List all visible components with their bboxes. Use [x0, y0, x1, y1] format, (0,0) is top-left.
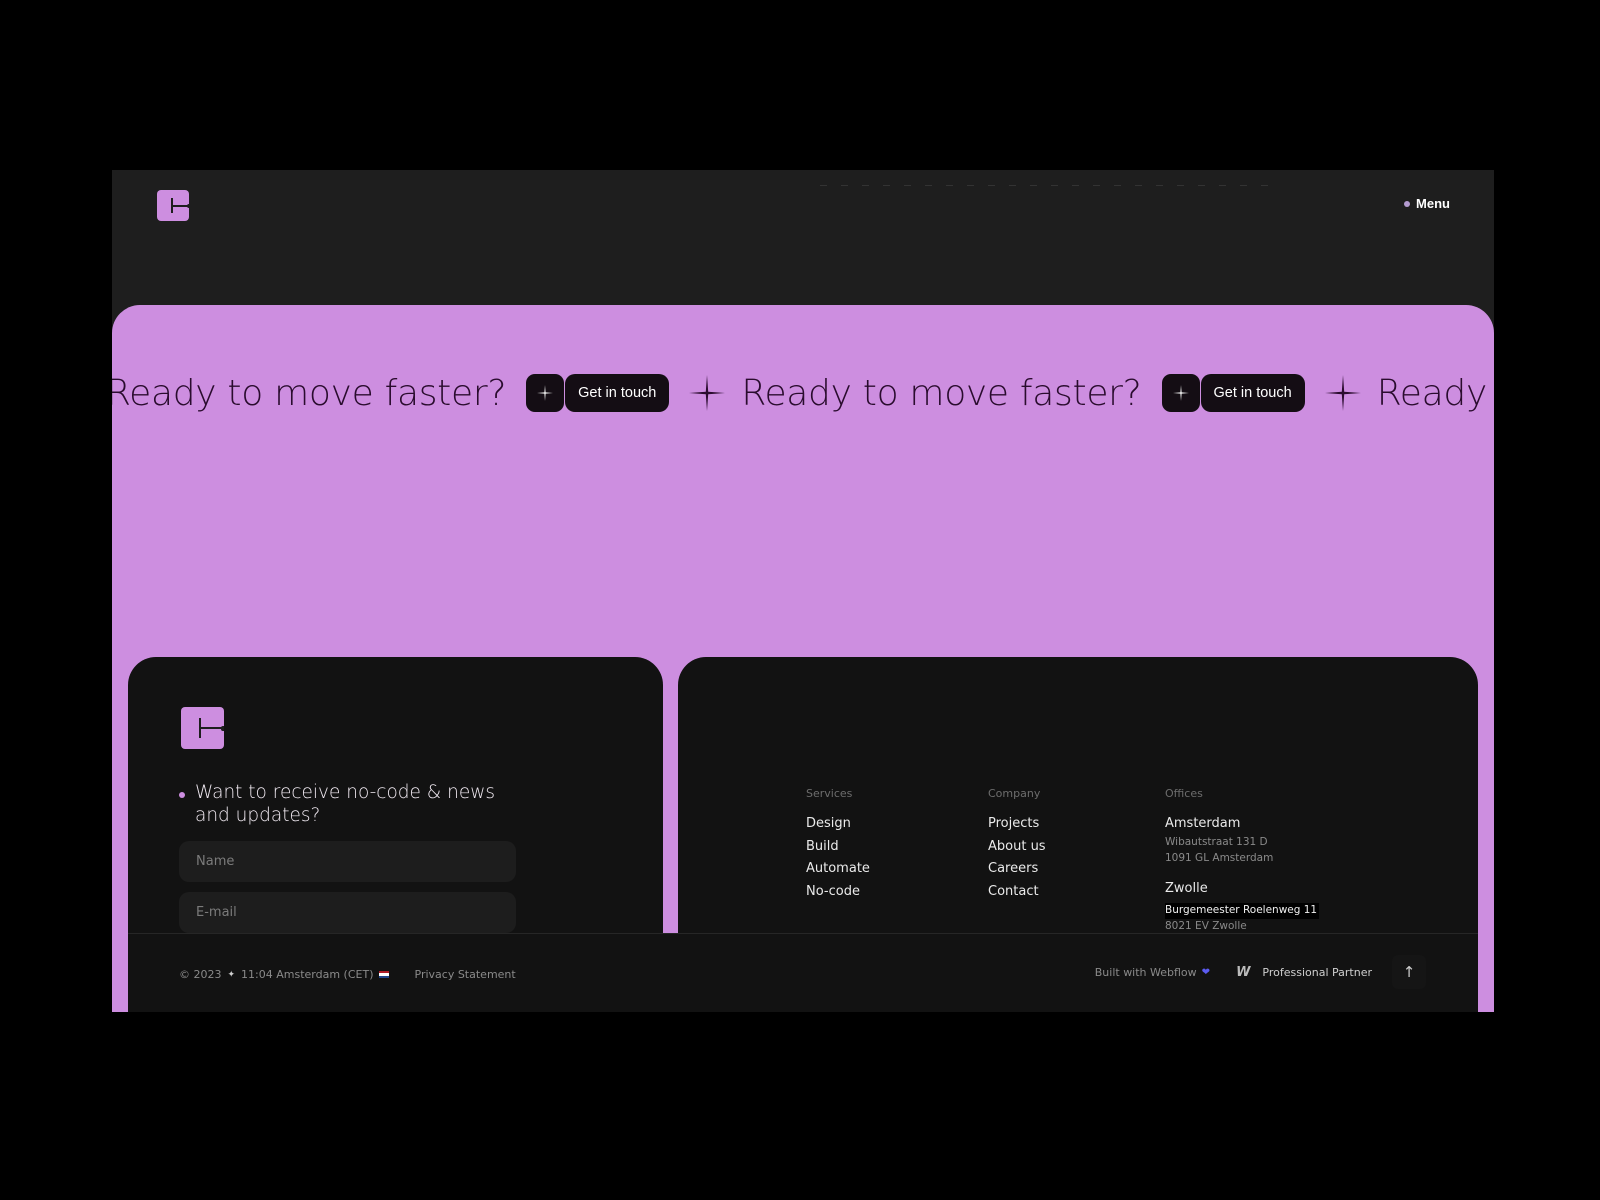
netherlands-flag-icon — [378, 971, 389, 978]
privacy-statement-link[interactable]: Privacy Statement — [415, 968, 516, 981]
decorative-dot — [820, 185, 827, 186]
offices-heading: Offices — [1165, 787, 1203, 800]
brand-logo-icon — [181, 707, 224, 749]
menu-button[interactable]: Menu — [1404, 196, 1450, 211]
decorative-dot — [904, 185, 911, 186]
decorative-drip — [663, 657, 678, 767]
sparkle-icon: ✦ — [227, 969, 236, 980]
decorative-dot — [1261, 185, 1268, 186]
company-column: Company Projects About us Careers Contac… — [988, 787, 1046, 903]
office-name: Zwolle — [1165, 881, 1208, 896]
nav-link-no-code[interactable]: No-code — [806, 881, 870, 904]
heart-icon: ❤ — [1201, 966, 1211, 978]
get-in-touch-label: Get in touch — [1200, 374, 1305, 412]
decorative-dot — [925, 185, 932, 186]
built-with-webflow-link[interactable]: Built with Webflow — [1095, 966, 1197, 979]
nav-link-about-us[interactable]: About us — [988, 836, 1046, 859]
offices-column: Offices Amsterdam Wibautstraat 131 D 109… — [1165, 787, 1320, 934]
decorative-dot — [841, 185, 848, 186]
banner-headline: Ready to move faster? — [741, 372, 1142, 414]
back-to-top-button[interactable]: ↑ — [1392, 955, 1426, 989]
decorative-dot — [1135, 185, 1142, 186]
office-postcode: 8021 EV Zwolle — [1165, 919, 1247, 932]
decorative-dot — [1093, 185, 1100, 186]
nav-link-careers[interactable]: Careers — [988, 858, 1046, 881]
sparkle-icon — [526, 374, 565, 412]
sparkle-icon — [689, 375, 726, 411]
nav-link-projects[interactable]: Projects — [988, 813, 1046, 836]
sparkle-icon — [1161, 374, 1200, 412]
decorative-dot — [1114, 185, 1121, 186]
get-in-touch-label: Get in touch — [565, 374, 670, 412]
get-in-touch-button[interactable]: Get in touch — [526, 374, 670, 412]
webflow-logo-icon: W — [1236, 964, 1251, 980]
name-input[interactable] — [179, 841, 516, 882]
banner-headline: Ready to move faster? — [1376, 372, 1494, 414]
decorative-dot — [1051, 185, 1058, 186]
banner-headline: Ready to move faster? — [112, 372, 507, 414]
office-name: Amsterdam — [1165, 816, 1241, 831]
decorative-dot — [988, 185, 995, 186]
office-postcode: 1091 GL Amsterdam — [1165, 851, 1274, 864]
nav-link-design[interactable]: Design — [806, 813, 870, 836]
local-time: 11:04 Amsterdam (CET) — [241, 968, 374, 981]
email-input[interactable] — [179, 892, 516, 933]
brand-logo-icon[interactable] — [157, 190, 189, 221]
decorative-dot — [967, 185, 974, 186]
decorative-dot — [1009, 185, 1016, 186]
decorative-dot — [883, 185, 890, 186]
decorative-dot — [1030, 185, 1037, 186]
nav-link-contact[interactable]: Contact — [988, 881, 1046, 904]
bullet-dot-icon — [179, 792, 185, 798]
decorative-dot — [1240, 185, 1247, 186]
decorative-dot — [1198, 185, 1205, 186]
decorative-dot — [862, 185, 869, 186]
bottom-bar: © 2023 ✦ 11:04 Amsterdam (CET) Privacy S… — [128, 933, 1478, 1012]
bottom-bar-left: © 2023 ✦ 11:04 Amsterdam (CET) Privacy S… — [179, 968, 516, 981]
decorative-dot — [1177, 185, 1184, 186]
professional-partner-text: Professional Partner — [1262, 965, 1372, 979]
decorative-dot — [1219, 185, 1226, 186]
get-in-touch-button[interactable]: Get in touch — [1161, 374, 1305, 412]
decorative-dots — [820, 185, 1268, 186]
office-address: Burgemeester Roelenweg 11 — [1165, 903, 1320, 919]
decorative-dot — [1156, 185, 1163, 186]
logo-notch — [221, 726, 224, 731]
page-frame: Menu Ready to move faster? Get in touch … — [112, 170, 1494, 1012]
bottom-bar-right: Built with Webflow ❤ W Professional Part… — [1095, 955, 1426, 989]
menu-label: Menu — [1416, 196, 1450, 211]
nav-link-build[interactable]: Build — [806, 836, 870, 859]
nav-link-automate[interactable]: Automate — [806, 858, 870, 881]
decorative-dot — [1072, 185, 1079, 186]
menu-dot-icon — [1404, 200, 1411, 207]
sparkle-icon — [1324, 375, 1361, 411]
logo-notch — [187, 204, 189, 208]
office-address: Wibautstraat 131 D — [1165, 836, 1268, 848]
company-heading: Company — [988, 787, 1041, 800]
decorative-dot — [946, 185, 953, 186]
services-column: Services Design Build Automate No-code — [806, 787, 870, 903]
newsletter-title: Want to receive no-code & news and updat… — [195, 782, 495, 826]
copyright-text: © 2023 — [179, 968, 222, 981]
cta-marquee: Ready to move faster? Get in touch Ready… — [112, 372, 1494, 414]
services-heading: Services — [806, 787, 853, 800]
